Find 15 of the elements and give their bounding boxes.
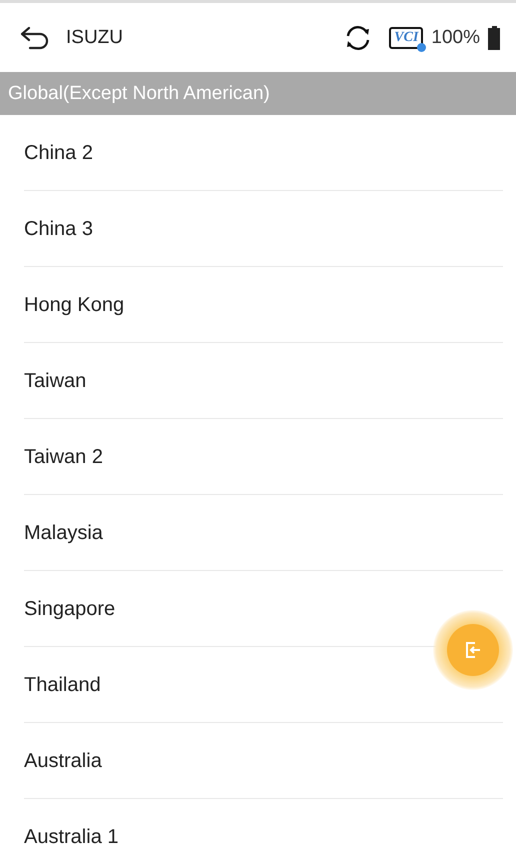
page-title: ISUZU (66, 26, 123, 48)
section-header: Global(Except North American) (0, 72, 516, 115)
list-item[interactable]: Hong Kong (24, 267, 503, 343)
list-item[interactable]: Taiwan (24, 343, 503, 419)
back-icon[interactable] (20, 26, 50, 50)
exit-icon (464, 641, 482, 659)
list-item[interactable]: Australia 1 (24, 799, 503, 854)
list-item[interactable]: Malaysia (24, 495, 503, 571)
list-item[interactable]: China 3 (24, 191, 503, 267)
list-item[interactable]: China 2 (24, 115, 503, 191)
vci-badge: VCI (389, 26, 424, 48)
battery-percent: 100% (431, 26, 480, 48)
battery-icon (488, 26, 500, 50)
list-item[interactable]: Taiwan 2 (24, 419, 503, 495)
list-item[interactable]: Australia (24, 723, 503, 799)
